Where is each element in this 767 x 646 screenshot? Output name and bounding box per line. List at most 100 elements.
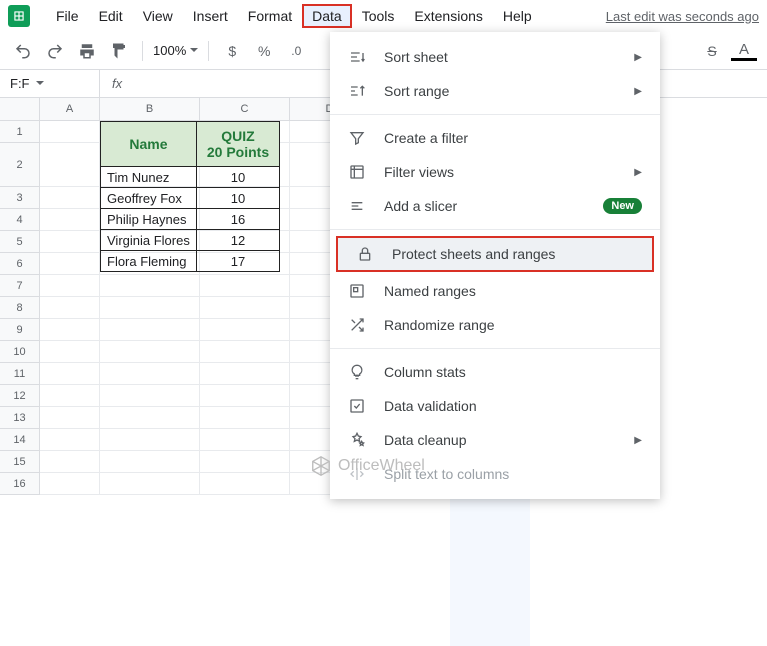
cell[interactable] [200,451,290,473]
cell[interactable] [100,297,200,319]
cell-score[interactable]: 10 [196,167,279,188]
strikethrough-button[interactable]: S [699,38,725,64]
cell-name[interactable]: Philip Haynes [101,209,197,230]
col-header-C[interactable]: C [200,98,290,121]
cell[interactable] [200,363,290,385]
cell[interactable] [40,297,100,319]
cell[interactable] [100,407,200,429]
cell[interactable] [40,143,100,187]
cell[interactable] [40,319,100,341]
cell[interactable] [100,363,200,385]
cell[interactable] [40,363,100,385]
select-all-corner[interactable] [0,98,40,121]
menu-randomize-range[interactable]: Randomize range [330,308,660,342]
format-currency-button[interactable]: $ [219,38,245,64]
undo-button[interactable] [10,38,36,64]
header-name[interactable]: Name [101,122,197,167]
cell[interactable] [100,385,200,407]
cell[interactable] [40,385,100,407]
row-header[interactable]: 5 [0,231,40,253]
table-row[interactable]: Flora Fleming17 [101,251,280,272]
row-header[interactable]: 9 [0,319,40,341]
row-header[interactable]: 14 [0,429,40,451]
menu-tools[interactable]: Tools [352,4,405,28]
menu-data-validation[interactable]: Data validation [330,389,660,423]
header-quiz[interactable]: QUIZ20 Points [196,122,279,167]
cell[interactable] [40,473,100,495]
cell[interactable] [200,407,290,429]
row-header[interactable]: 1 [0,121,40,143]
menu-create-a-filter[interactable]: Create a filter [330,121,660,155]
cell[interactable] [40,253,100,275]
cell[interactable] [40,209,100,231]
menu-insert[interactable]: Insert [183,4,238,28]
menu-filter-views[interactable]: Filter views▶ [330,155,660,189]
text-color-button[interactable]: A [731,41,757,61]
menu-edit[interactable]: Edit [89,4,133,28]
cell[interactable] [100,341,200,363]
cell-score[interactable]: 12 [196,230,279,251]
row-header[interactable]: 8 [0,297,40,319]
menu-sort-sheet[interactable]: Sort sheet▶ [330,40,660,74]
row-header[interactable]: 3 [0,187,40,209]
menu-add-a-slicer[interactable]: Add a slicerNew [330,189,660,223]
row-header[interactable]: 4 [0,209,40,231]
menu-view[interactable]: View [133,4,183,28]
menu-help[interactable]: Help [493,4,542,28]
cell[interactable] [100,319,200,341]
cell[interactable] [40,341,100,363]
row-header[interactable]: 11 [0,363,40,385]
cell[interactable] [40,429,100,451]
decrease-decimal-button[interactable]: .0 [283,38,309,64]
menu-file[interactable]: File [46,4,89,28]
row-header[interactable]: 13 [0,407,40,429]
cell[interactable] [100,451,200,473]
cell-name[interactable]: Flora Fleming [101,251,197,272]
menu-format[interactable]: Format [238,4,302,28]
paint-format-button[interactable] [106,38,132,64]
menu-data-cleanup[interactable]: Data cleanup▶ [330,423,660,457]
zoom-dropdown[interactable]: 100% [153,43,198,58]
cell-score[interactable]: 16 [196,209,279,230]
cell[interactable] [100,275,200,297]
cell-name[interactable]: Geoffrey Fox [101,188,197,209]
table-row[interactable]: Philip Haynes16 [101,209,280,230]
menu-named-ranges[interactable]: Named ranges [330,274,660,308]
cell-score[interactable]: 10 [196,188,279,209]
row-header[interactable]: 6 [0,253,40,275]
cell[interactable] [40,121,100,143]
menu-sort-range[interactable]: Sort range▶ [330,74,660,108]
cell[interactable] [40,231,100,253]
cell[interactable] [200,297,290,319]
cell[interactable] [200,385,290,407]
table-row[interactable]: Geoffrey Fox10 [101,188,280,209]
sheets-logo[interactable] [8,5,30,27]
menu-column-stats[interactable]: Column stats [330,355,660,389]
col-header-A[interactable]: A [40,98,100,121]
cell[interactable] [40,451,100,473]
cell[interactable] [100,429,200,451]
format-percent-button[interactable]: % [251,38,277,64]
row-header[interactable]: 12 [0,385,40,407]
print-button[interactable] [74,38,100,64]
cell[interactable] [40,275,100,297]
row-header[interactable]: 15 [0,451,40,473]
name-box[interactable]: F:F [0,70,100,97]
cell[interactable] [200,275,290,297]
cell-name[interactable]: Tim Nunez [101,167,197,188]
row-header[interactable]: 2 [0,143,40,187]
row-header[interactable]: 16 [0,473,40,495]
table-row[interactable]: Tim Nunez10 [101,167,280,188]
menu-data[interactable]: Data [302,4,352,28]
row-header[interactable]: 7 [0,275,40,297]
last-edit-link[interactable]: Last edit was seconds ago [606,9,759,24]
cell[interactable] [40,407,100,429]
col-header-B[interactable]: B [100,98,200,121]
cell-name[interactable]: Virginia Flores [101,230,197,251]
cell[interactable] [40,187,100,209]
row-header[interactable]: 10 [0,341,40,363]
redo-button[interactable] [42,38,68,64]
cell[interactable] [200,341,290,363]
table-row[interactable]: Virginia Flores12 [101,230,280,251]
cell[interactable] [200,473,290,495]
